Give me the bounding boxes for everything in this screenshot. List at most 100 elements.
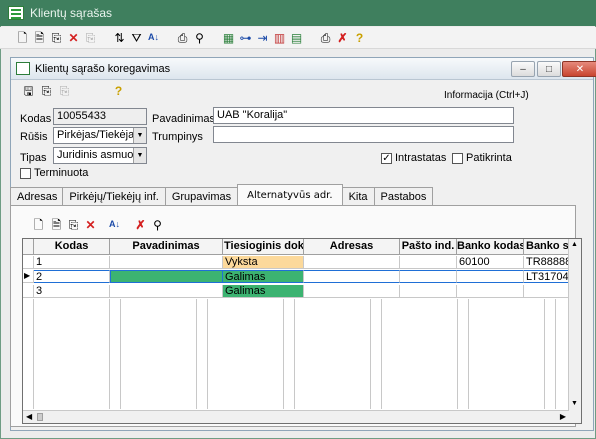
rusis-value: Pirkėjas/Tiekėjas [57, 129, 140, 141]
cell-kodas[interactable]: 1 [34, 256, 110, 269]
new-icon[interactable]: 🗋 [14, 29, 31, 46]
kodas-label: Kodas [20, 113, 52, 125]
delete-icon[interactable]: ✕ [82, 216, 99, 233]
kodas-field[interactable]: 10055433 [53, 108, 147, 125]
main-toolbar: 🗋 🗎 ⎘ ✕ ⎘ ⇅ ⛛ A↓ ⎙ ⚲ ▦ ⊶ ⇥ ▥ ▤ ⎙ ✗ ? [0, 27, 596, 49]
copy-icon[interactable]: ⎘ [56, 82, 73, 99]
copy-record-icon[interactable]: ⎘ [65, 216, 82, 233]
column-header-pasto-ind[interactable]: Pašto ind. [400, 239, 457, 255]
filter-icon[interactable]: ⛛ [128, 29, 145, 46]
pavadinimas-field[interactable]: UAB "Koralija" [213, 107, 514, 124]
column-header-banko-saskaita[interactable]: Banko są [524, 239, 569, 255]
column-header-banko-kodas[interactable]: Banko kodas [457, 239, 524, 255]
terminuota-checkbox[interactable] [20, 168, 31, 179]
dialog-title: Klientų sąrašo koregavimas [35, 62, 171, 75]
copy-record-icon[interactable]: ⎘ [48, 29, 65, 46]
scroll-thumb[interactable] [37, 413, 43, 421]
printer-icon[interactable]: ⎙ [317, 29, 334, 46]
maximize-button[interactable]: □ [537, 61, 561, 77]
cell-tiesioginis[interactable]: Galimas [223, 270, 304, 283]
scroll-right-icon[interactable]: ▶ [560, 412, 566, 421]
rusis-label: Rūšis [20, 131, 48, 143]
horizontal-scrollbar[interactable]: ◀ ▶ [23, 410, 569, 423]
column-header-kodas[interactable]: Kodas [34, 239, 110, 255]
column-header-tiesioginis[interactable]: Tiesioginis dok.ap [223, 239, 304, 255]
calendar-icon[interactable]: ▥ [271, 29, 288, 46]
chevron-down-icon[interactable]: ▼ [133, 128, 146, 143]
tipas-value: Juridinis asmuo [57, 149, 134, 161]
document-icon[interactable]: 🗎 [48, 216, 65, 233]
tab-pastabos[interactable]: Pastabos [373, 187, 434, 206]
app-list-icon [8, 6, 24, 20]
info-link[interactable]: Informacija (Ctrl+J) [444, 90, 529, 101]
document-icon[interactable]: 🗎 [31, 29, 48, 46]
cell-banko-saskaita[interactable] [524, 285, 569, 298]
sort-az-icon[interactable]: A↓ [106, 216, 123, 233]
terminuota-label: Terminuota [34, 167, 89, 179]
current-row-indicator-icon: ▶ [23, 270, 34, 283]
tab-kita[interactable]: Kita [341, 187, 375, 206]
dialog-list-icon [16, 62, 30, 75]
remove-filter-icon[interactable]: ✗ [334, 29, 351, 46]
tab-pirkeju-tiekeju[interactable]: Pirkėjų/Tiekėjų inf. [62, 187, 166, 206]
cell-pavadinimas[interactable] [110, 270, 223, 283]
remove-filter-icon[interactable]: ✗ [132, 216, 149, 233]
sort-az-icon[interactable]: A↓ [145, 29, 162, 46]
trumpinys-field[interactable] [213, 126, 514, 143]
cell-tiesioginis[interactable]: Galimas [223, 285, 304, 298]
pavadinimas-label: Pavadinimas [152, 113, 215, 125]
cell-adresas[interactable] [304, 256, 400, 269]
cell-kodas[interactable]: 2 [34, 270, 110, 283]
row-indicator [23, 285, 34, 298]
alt-address-grid: Kodas Pavadinimas Tiesioginis dok.ap Adr… [22, 238, 582, 424]
minimize-button[interactable]: – [511, 61, 535, 77]
tab-grupavimas[interactable]: Grupavimas [164, 187, 239, 206]
new-icon[interactable]: 🗋 [30, 216, 47, 233]
tab-alternatyvus-adr[interactable]: Alternatyvūs adr. [237, 184, 343, 206]
scroll-down-icon[interactable]: ▼ [571, 400, 578, 407]
help-icon[interactable]: ? [351, 29, 368, 46]
vertical-scrollbar[interactable]: ▲ ▼ [568, 239, 581, 423]
tree-icon[interactable]: ⊶ [237, 29, 254, 46]
cell-pasto-ind[interactable] [400, 256, 457, 269]
rusis-select[interactable]: Pirkėjas/Tiekėjas ▼ [53, 127, 147, 144]
patikrinta-label: Patikrinta [466, 152, 512, 164]
find-icon[interactable]: ⚲ [149, 216, 166, 233]
cell-adresas[interactable] [304, 285, 400, 298]
patikrinta-checkbox[interactable] [452, 153, 463, 164]
cell-banko-kodas[interactable]: 60100 [457, 256, 524, 269]
sort-filter-icon[interactable]: ⇅ [111, 29, 128, 46]
import-icon[interactable]: ⇥ [254, 29, 271, 46]
structure-icon[interactable]: ▦ [220, 29, 237, 46]
tipas-label: Tipas [20, 152, 47, 164]
find-icon[interactable]: ⚲ [191, 29, 208, 46]
cell-pasto-ind[interactable] [400, 285, 457, 298]
close-button[interactable]: ✕ [562, 61, 596, 77]
print-icon[interactable]: ⎙ [174, 29, 191, 46]
cell-banko-saskaita[interactable]: LT31704 [524, 270, 569, 283]
cell-banko-kodas[interactable] [457, 285, 524, 298]
cell-pasto-ind[interactable] [400, 270, 457, 283]
chevron-down-icon[interactable]: ▼ [133, 148, 146, 163]
scroll-left-icon[interactable]: ◀ [26, 412, 32, 421]
cell-banko-kodas[interactable] [457, 270, 524, 283]
intrastatas-checkbox[interactable]: ✓ [381, 153, 392, 164]
help-icon[interactable]: ? [110, 82, 127, 99]
calendar-range-icon[interactable]: ▤ [288, 29, 305, 46]
cell-adresas[interactable] [304, 270, 400, 283]
column-header-pavadinimas[interactable]: Pavadinimas [110, 239, 223, 255]
cell-kodas[interactable]: 3 [34, 285, 110, 298]
tab-adresas[interactable]: Adresas [10, 187, 64, 206]
copy-record-icon[interactable]: ⎘ [38, 82, 55, 99]
cell-pavadinimas[interactable] [110, 285, 223, 298]
tipas-select[interactable]: Juridinis asmuo ▼ [53, 147, 147, 164]
cell-tiesioginis[interactable]: Vyksta [223, 256, 304, 269]
cell-banko-saskaita[interactable]: TR88888 [524, 256, 569, 269]
cell-pavadinimas[interactable] [110, 256, 223, 269]
column-header-adresas[interactable]: Adresas [304, 239, 400, 255]
save-icon[interactable]: 🖫 [20, 82, 37, 99]
scroll-up-icon[interactable]: ▲ [571, 241, 578, 248]
dialog-title-bar: Klientų sąrašo koregavimas – □ ✕ [11, 58, 596, 80]
delete-icon[interactable]: ✕ [65, 29, 82, 46]
copy-icon[interactable]: ⎘ [82, 29, 99, 46]
